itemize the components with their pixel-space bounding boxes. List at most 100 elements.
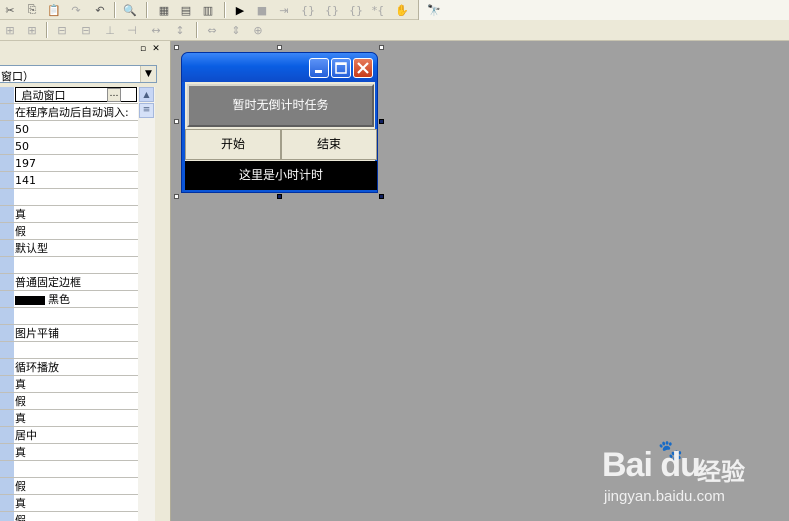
property-row[interactable]: 197 [0, 155, 138, 172]
search-binoculars-icon[interactable]: 🔭 [426, 2, 442, 18]
designed-window[interactable]: 暂时无倒计时任务 开始 结束 这里是小时计时 [181, 52, 378, 193]
end-button[interactable]: 结束 [281, 129, 377, 160]
property-row[interactable]: 假 [0, 478, 138, 495]
property-row[interactable]: 真 [0, 444, 138, 461]
property-row[interactable]: 循环播放 [0, 359, 138, 376]
resize-handle[interactable] [379, 45, 384, 50]
property-row[interactable]: 黑色 [0, 291, 138, 308]
property-row[interactable]: 假 [0, 223, 138, 240]
property-value[interactable] [15, 462, 137, 477]
property-row[interactable]: 假 [0, 512, 138, 521]
align-left-icon[interactable]: ⊞ [2, 22, 18, 38]
property-value[interactable] [15, 343, 137, 358]
property-value[interactable]: 循环播放 [15, 360, 137, 375]
stop-icon[interactable]: ■ [254, 2, 270, 18]
center-h-icon[interactable]: ⊥ [102, 22, 118, 38]
property-value[interactable]: 50 [15, 139, 137, 154]
step-over-icon[interactable]: {} [324, 2, 340, 18]
property-value[interactable]: 真 [15, 411, 137, 426]
align-bottom-icon[interactable]: ⊟ [78, 22, 94, 38]
property-row[interactable]: 真 [0, 410, 138, 427]
chevron-down-icon[interactable]: ▼ [140, 66, 156, 82]
property-value[interactable]: 图片平铺 [15, 326, 137, 341]
property-row[interactable]: 普通固定边框 [0, 274, 138, 291]
property-value[interactable]: 141 [15, 173, 137, 188]
property-value[interactable] [15, 190, 137, 205]
copy-icon[interactable]: ⎘ [24, 2, 40, 18]
layout-b-icon[interactable]: ▤ [178, 2, 194, 18]
run-icon[interactable]: ▶ [232, 2, 248, 18]
scroll-thumb[interactable]: ≡ [139, 103, 154, 118]
property-row[interactable]: 真 [0, 206, 138, 223]
resize-handle[interactable] [277, 194, 282, 199]
center-v-icon[interactable]: ⊣ [124, 22, 140, 38]
property-value[interactable]: 黑色 [15, 292, 137, 307]
run-to-icon[interactable]: *{ [370, 2, 386, 18]
property-row[interactable] [0, 308, 138, 325]
find-icon[interactable]: 🔍 [122, 2, 138, 18]
step-out-icon[interactable]: {} [348, 2, 364, 18]
step-into-icon[interactable]: {} [300, 2, 316, 18]
property-row[interactable]: 真 [0, 495, 138, 512]
resize-handle[interactable] [174, 119, 179, 124]
property-value[interactable] [15, 258, 137, 273]
property-value[interactable]: 普通固定边框 [15, 275, 137, 290]
property-row[interactable]: 50 [0, 138, 138, 155]
property-row[interactable]: _启动窗口… [0, 87, 138, 104]
redo-icon[interactable]: ↷ [68, 2, 84, 18]
property-value[interactable] [15, 309, 137, 324]
property-value[interactable]: 在程序启动后自动调入: [15, 105, 137, 120]
layout-a-icon[interactable]: ▦ [156, 2, 172, 18]
countdown-status-label[interactable]: 暂时无倒计时任务 [187, 84, 374, 127]
property-row[interactable]: 50 [0, 121, 138, 138]
resize-handle[interactable] [379, 119, 384, 124]
align-right-icon[interactable]: ⊞ [24, 22, 40, 38]
space-v-icon[interactable]: ↕ [172, 22, 188, 38]
ellipsis-icon[interactable]: … [107, 88, 121, 102]
space-h-icon[interactable]: ↔ [148, 22, 164, 38]
same-size-icon[interactable]: ⊕ [250, 22, 266, 38]
close-icon[interactable] [353, 58, 373, 78]
resize-handle[interactable] [174, 45, 179, 50]
property-value[interactable]: 默认型 [15, 241, 137, 256]
object-select[interactable]: 窗口） ▼ [0, 65, 157, 83]
property-value[interactable]: 假 [15, 394, 137, 409]
pin-icon[interactable]: ▫ [138, 45, 148, 55]
property-row[interactable] [0, 257, 138, 274]
property-row[interactable]: 真 [0, 376, 138, 393]
property-value[interactable]: 假 [15, 224, 137, 239]
property-value[interactable]: 假 [15, 479, 137, 494]
property-row[interactable]: 在程序启动后自动调入: [0, 104, 138, 121]
property-row[interactable] [0, 461, 138, 478]
panel-splitter[interactable] [163, 41, 171, 521]
property-row[interactable]: 默认型 [0, 240, 138, 257]
property-row[interactable] [0, 189, 138, 206]
property-value[interactable]: 真 [15, 377, 137, 392]
property-row[interactable]: 141 [0, 172, 138, 189]
property-value[interactable]: 假 [15, 513, 137, 521]
property-value[interactable]: 真 [15, 207, 137, 222]
close-icon[interactable]: ✕ [151, 45, 161, 55]
minimize-icon[interactable] [309, 58, 329, 78]
resize-handle[interactable] [379, 194, 384, 199]
property-row[interactable]: 图片平铺 [0, 325, 138, 342]
undo-icon[interactable]: ↶ [92, 2, 108, 18]
layout-c-icon[interactable]: ▥ [200, 2, 216, 18]
scroll-up-icon[interactable]: ▲ [139, 87, 154, 102]
property-row[interactable]: 假 [0, 393, 138, 410]
property-value[interactable]: 居中 [15, 428, 137, 443]
property-value[interactable]: 真 [15, 445, 137, 460]
step-icon[interactable]: ⇥ [276, 2, 292, 18]
cut-icon[interactable]: ✂ [2, 2, 18, 18]
align-top-icon[interactable]: ⊟ [54, 22, 70, 38]
hand-icon[interactable]: ✋ [394, 2, 410, 18]
paste-icon[interactable]: 📋 [46, 2, 62, 18]
resize-handle[interactable] [174, 194, 179, 199]
property-value[interactable]: 197 [15, 156, 137, 171]
property-row[interactable]: 居中 [0, 427, 138, 444]
window-title-bar[interactable] [182, 53, 377, 82]
same-height-icon[interactable]: ⇕ [228, 22, 244, 38]
start-button[interactable]: 开始 [185, 129, 281, 160]
property-value[interactable]: 50 [15, 122, 137, 137]
resize-handle[interactable] [277, 45, 282, 50]
